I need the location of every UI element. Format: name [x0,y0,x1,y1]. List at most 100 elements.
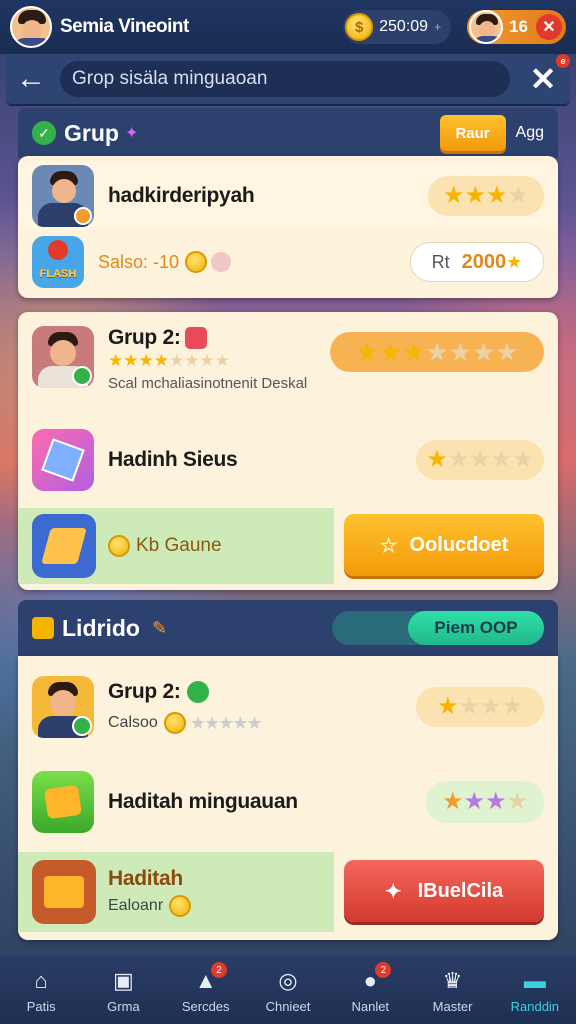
cube-game-icon [32,429,94,491]
gift-icon [184,327,207,349]
section-title: Grup [64,119,119,146]
list-item[interactable]: FLASH Salso: -10 Rt 2000 ★ [18,230,558,294]
nav-item-chnieet[interactable]: ◎ Chnieet [247,956,329,1024]
player-portrait-icon [32,326,94,388]
toggle-track[interactable]: Piem OOP [332,611,544,645]
star-icon: ★ [169,351,185,370]
list-item[interactable]: Grup 2: ★★★★★★★★ Scal mchaliasinotnenit … [18,318,558,408]
claim-button[interactable]: ✦ IBuelCila [344,860,544,922]
row-title: Grup 2: [108,680,181,703]
section-primary-button[interactable]: Raur [439,115,506,151]
search-input[interactable]: Grop sisäla minguaoan [60,61,510,97]
lidrido-panel: Grup 2: Calsoo ★★★★★ ★ ★ ★ ★ Haditah mingua… [18,656,558,940]
star-rating-empty: ★★★★★ [189,712,263,733]
chat-icon: ▬ [523,967,546,993]
star-icon: ★ [469,446,491,473]
trophy-icon [32,617,54,639]
row-description: Scal mchaliasinotnenit Deskal [108,375,308,392]
star-icon: ★ [436,693,459,720]
section-secondary-link[interactable]: Agg [516,124,544,142]
coin-plus[interactable]: + [434,20,441,34]
back-arrow-icon[interactable]: ← [16,62,60,96]
row-cost: Kb Gaune [136,535,222,556]
treasure-chest-icon [32,860,96,924]
list-item[interactable]: Grup 2: Calsoo ★★★★★ ★ ★ ★ ★ [18,662,558,752]
coin-icon [163,712,186,734]
list-item[interactable]: Kb Gaune ☆ Oolucdoet [18,508,558,584]
row-title: hadkirderipyah [108,184,255,207]
nav-item-randdin[interactable]: ▬ Randdin [494,956,576,1024]
star-icon: ★ [425,337,449,367]
section-grup-header: ✓ Grup ✦ Raur Agg [18,108,558,158]
star-icon: ★ [402,337,426,367]
nav-label: Patis [26,998,56,1014]
coin-icon [169,895,192,917]
player-avatar[interactable] [10,6,52,48]
nav-label: Chnieet [265,998,311,1014]
star-rating: ★ ★ ★ ★ ★ ★ ★ [330,332,544,372]
nav-item-nanlet[interactable]: ● Nanlet 2 [329,956,411,1024]
coin-value: 250:09 [379,18,429,35]
nav-item-master[interactable]: ♛ Master [411,956,493,1024]
flash-game-icon: FLASH [32,236,84,288]
nav-label: Nanlet [351,998,390,1014]
star-icon: ★ [442,182,465,209]
grup-panel: hadkirderipyah ★ ★ ★ ★ FLASH Salso: -10 Rt … [18,156,558,298]
nav-label: Sercdes [181,998,230,1014]
nav-label: Master [432,998,473,1014]
coin-icon [185,251,208,273]
star-icon: ★ [495,337,519,367]
list-item[interactable]: Haditah minguauan ★ ★ ★ ★ [18,764,558,840]
star-icon: ★ [512,446,534,473]
row-sub: Calsoo [108,714,158,731]
lives-value: 16 [509,17,528,36]
row-title: Haditah minguauan [108,790,298,813]
star-icon: ★ [490,446,513,473]
star-icon: ★ [199,351,215,370]
player-portrait-icon [32,676,94,738]
star-icon: ★ [448,337,472,367]
primary-toggle-button[interactable]: Piem OOP [408,611,544,645]
close-search-button[interactable]: ✕ e [526,54,570,98]
section-lidrido-header: Lidrido ✎ Piem OOP [18,600,558,656]
star-rating: ★ ★ ★ ★ [426,781,544,823]
friend-avatar-icon [469,10,504,44]
chest-game-icon [32,771,94,833]
nav-label: Randdin [510,998,560,1014]
star-icon: ★ [506,251,523,272]
star-icon: ★ [464,182,486,209]
star-icon: ★ [378,337,403,367]
star-rating: ★ ★ ★ ★ ★ [416,440,544,480]
username: Semia Vineoint [60,16,189,37]
row-title: Hadinh Sieus [108,448,238,471]
clover-icon [186,681,209,703]
collect-button[interactable]: ☆ Oolucdoet [344,514,544,576]
pencil-icon: ✎ [151,617,168,638]
star-icon: ★ [214,351,230,370]
grup2-panel: Grup 2: ★★★★★★★★ Scal mchaliasinotnenit … [18,312,558,590]
close-icon[interactable]: ✕ [536,14,562,40]
coin-icon [108,535,130,557]
row-cost: Salso: -10 [98,251,180,272]
star-rating: ★ ★ ★ ★ [416,687,544,727]
list-item[interactable]: hadkirderipyah ★ ★ ★ ★ [18,162,558,230]
list-item[interactable]: Haditah Ealoanr ✦ IBuelCila [18,852,558,932]
list-item[interactable]: Hadinh Sieus ★ ★ ★ ★ ★ [18,422,558,498]
star-icon: ★ [184,351,200,370]
star-icon: ★ [426,446,448,473]
coin-counter[interactable]: $ 250:09 + [343,10,452,44]
game-icon: ▣ [113,967,134,993]
star-icon: ★ [471,337,496,367]
row-sub: Ealoanr [108,897,164,914]
nav-label: Grma [107,998,140,1014]
nav-item-grma[interactable]: ▣ Grma [82,956,164,1024]
star-icon: ★ [138,351,154,370]
gem-icon [211,252,232,272]
row-title: Grup 2: [108,326,181,349]
bottom-nav: ⌂ Patis ▣ Grma ▲ Sercdes 2 ◎ Chnieet ● Nanlet 2 ♛ Mas… [0,956,576,1024]
nav-item-patis[interactable]: ⌂ Patis [0,956,82,1024]
nav-item-sercdes[interactable]: ▲ Sercdes 2 [165,956,247,1024]
lives-counter[interactable]: 16 ✕ [467,10,566,44]
row-title: Haditah [108,867,183,890]
reward-pill[interactable]: Rt 2000 ★ [410,242,544,282]
